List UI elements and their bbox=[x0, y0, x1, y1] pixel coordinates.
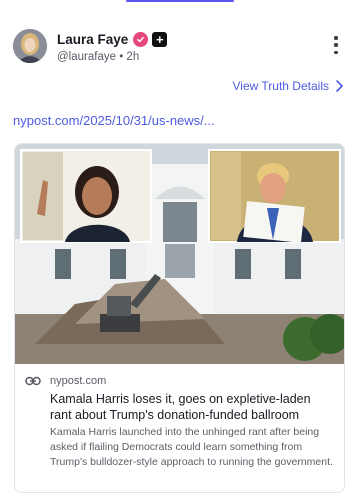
post-link[interactable]: nypost.com/2025/10/31/us-news/... bbox=[13, 113, 215, 128]
link-preview-card[interactable]: nypost.com Kamala Harris loses it, goes … bbox=[14, 143, 345, 493]
author-name[interactable]: Laura Faye bbox=[57, 32, 128, 47]
plus-badge-icon: + bbox=[152, 32, 168, 47]
source-row: nypost.com bbox=[25, 373, 334, 389]
link-icon bbox=[25, 376, 41, 386]
verified-check-icon bbox=[133, 32, 149, 47]
active-tab-indicator bbox=[126, 0, 234, 2]
view-truth-details-link[interactable]: View Truth Details bbox=[233, 79, 345, 93]
view-details-label: View Truth Details bbox=[232, 79, 330, 93]
card-image bbox=[15, 144, 344, 364]
meta-separator: • bbox=[119, 50, 124, 63]
card-description: Kamala Harris launched into the unhinged… bbox=[50, 426, 333, 468]
card-source: nypost.com bbox=[50, 375, 107, 387]
author-block: Laura Faye + @laurafaye • 2h bbox=[57, 30, 168, 63]
card-title[interactable]: Kamala Harris loses it, goes on expletiv… bbox=[50, 391, 334, 423]
post-meta: @laurafaye • 2h bbox=[57, 51, 167, 63]
post-time: 2h bbox=[126, 50, 140, 63]
card-body: nypost.com Kamala Harris loses it, goes … bbox=[25, 373, 334, 470]
more-vertical-icon[interactable] bbox=[332, 36, 340, 54]
post-header: Laura Faye + @laurafaye • 2h bbox=[13, 26, 346, 66]
author-handle[interactable]: @laurafaye bbox=[57, 51, 116, 63]
chevron-right-icon bbox=[336, 80, 343, 92]
avatar[interactable] bbox=[13, 29, 47, 63]
